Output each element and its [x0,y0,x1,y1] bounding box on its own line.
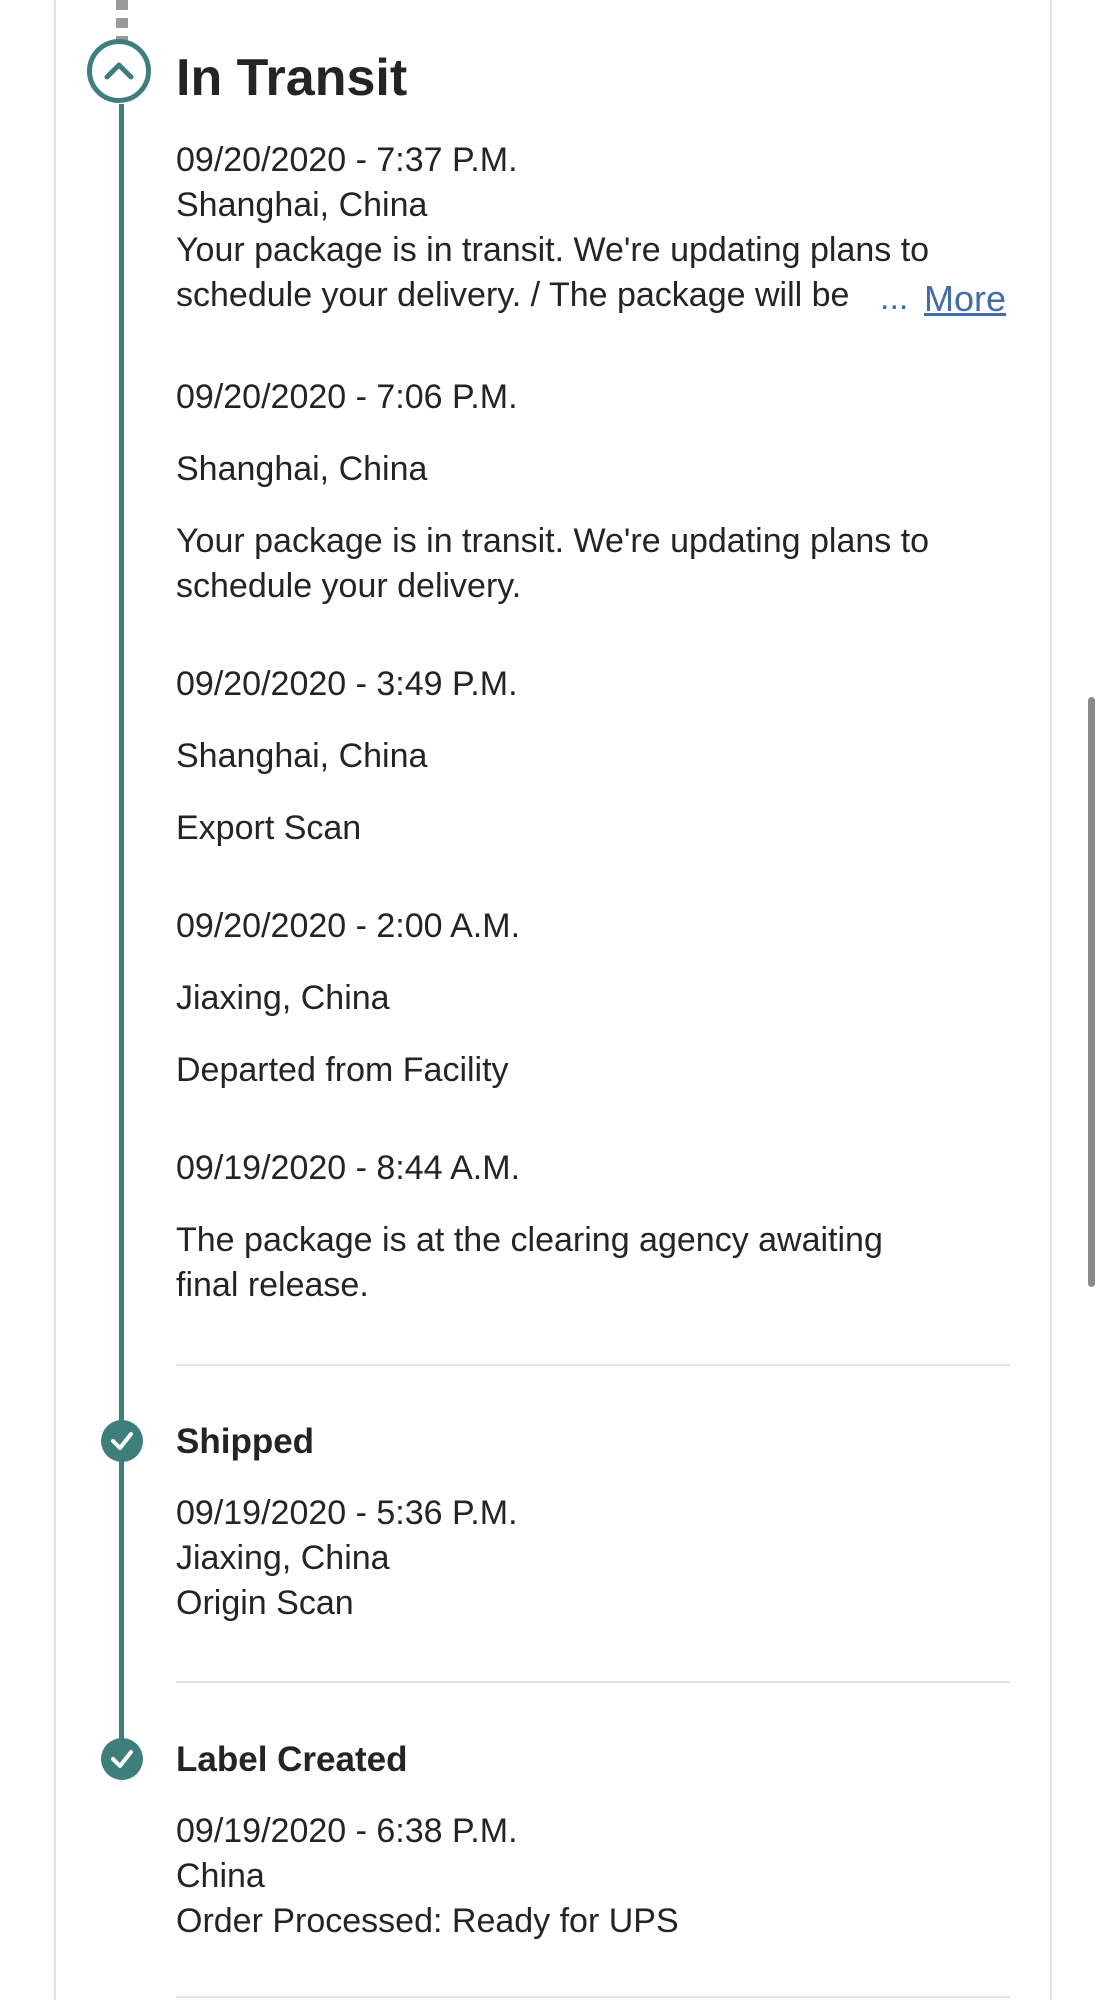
chevron-up-icon[interactable] [87,39,151,103]
more-link[interactable]: More [924,276,1006,321]
card-right-border [1050,0,1052,2000]
event-location: Shanghai, China [176,450,428,488]
event-location: Shanghai, China [176,737,428,775]
event-description: Order Processed: Ready for UPS [176,1902,679,1940]
timeline-dotted-connector [116,0,128,42]
section-divider [176,1996,1010,1998]
scrollbar[interactable] [1088,697,1095,1287]
event-datetime: 09/20/2020 - 2:00 A.M. [176,907,521,945]
event-datetime: 09/20/2020 - 7:06 P.M. [176,378,518,416]
event-location: Jiaxing, China [176,979,390,1017]
event-datetime: 09/20/2020 - 7:37 P.M. [176,141,518,179]
section-divider [176,1681,1010,1683]
event-description: Your package is in transit. We're updati… [176,231,930,269]
section-divider [176,1364,1010,1366]
event-description: Departed from Facility [176,1051,509,1089]
event-description: final release. [176,1266,369,1304]
section-title-shipped: Shipped [176,1422,315,1461]
card-left-border [54,0,56,2000]
event-datetime: 09/19/2020 - 5:36 P.M. [176,1494,518,1532]
event-location: China [176,1857,265,1895]
section-title-in-transit: In Transit [176,49,408,107]
event-description: Your package is in transit. We're updati… [176,522,930,560]
tracking-timeline-page: In Transit 09/20/2020 - 7:37 P.M. Shangh… [0,0,1104,2000]
event-datetime: 09/19/2020 - 8:44 A.M. [176,1149,521,1187]
event-datetime: 09/19/2020 - 6:38 P.M. [176,1812,518,1850]
event-description: Export Scan [176,809,362,847]
event-description: Origin Scan [176,1584,354,1622]
event-location: Jiaxing, China [176,1539,390,1577]
ellipsis: ... [880,279,909,317]
event-description: schedule your delivery. [176,567,522,605]
check-icon [101,1420,143,1462]
event-description: The package is at the clearing agency aw… [176,1221,883,1259]
event-datetime: 09/20/2020 - 3:49 P.M. [176,665,518,703]
event-location: Shanghai, China [176,186,428,224]
timeline-line [119,104,124,1764]
check-icon [101,1738,143,1780]
section-title-label-created: Label Created [176,1740,408,1779]
event-description-truncated: schedule your delivery. / The package wi… [176,276,850,314]
